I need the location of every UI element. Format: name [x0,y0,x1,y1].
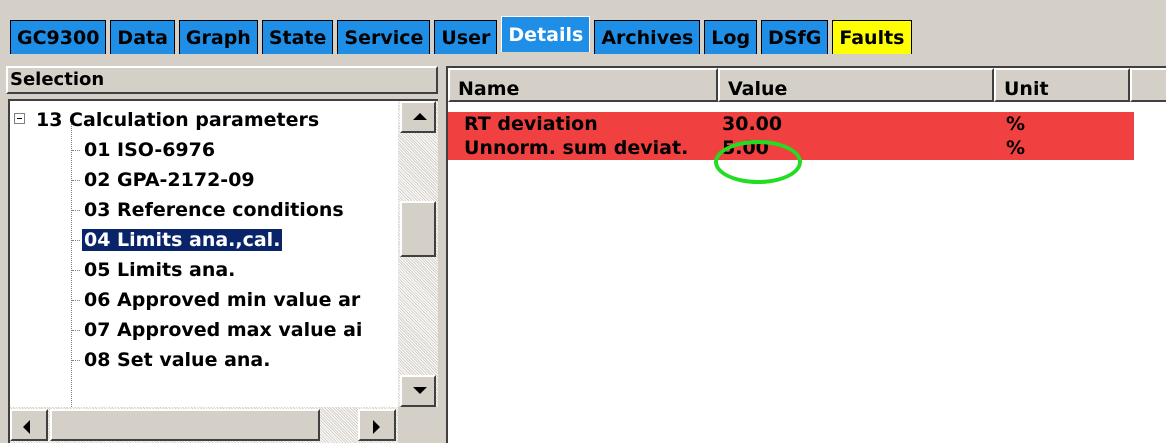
cell-unit: % [1006,113,1026,135]
tree-branch-line [72,300,80,301]
tree-node-label: 06 Approved min value ar [84,289,361,311]
tree-node-label: 01 ISO-6976 [84,139,216,161]
scroll-left-button[interactable] [10,409,48,441]
column-header-value[interactable]: Value [718,68,994,102]
scroll-thumb[interactable] [400,201,436,257]
arrow-down-icon [413,387,427,394]
details-grid: Name Value Unit RT deviation 30.00 % Unn… [446,66,1166,443]
tree-branch-line [72,360,80,361]
collapse-icon[interactable] [14,113,25,124]
tree-node-label: 03 Reference conditions [84,199,344,221]
tab-faults[interactable]: Faults [832,20,912,54]
tab-gc9300[interactable]: GC9300 [10,20,107,54]
table-row[interactable]: Unnorm. sum deviat. 5.00 % [448,136,1134,160]
tab-list: GC9300 Data Graph State Service User Det… [10,16,916,56]
tab-state[interactable]: State [261,20,334,54]
selection-tree[interactable]: 13 Calculation parameters 01 ISO-6976 02… [10,101,398,407]
scrollbar-corner [398,407,438,443]
tree-node-iso-6976[interactable]: 01 ISO-6976 [72,135,217,165]
tree-node-reference-conditions[interactable]: 03 Reference conditions [72,195,346,225]
tree-node-approved-min-value[interactable]: 06 Approved min value ar [72,285,362,315]
tab-graph[interactable]: Graph [178,20,258,54]
tree-node-label: 08 Set value ana. [84,349,271,371]
cell-value: 5.00 [722,137,769,159]
scroll-right-button[interactable] [358,409,396,441]
selection-panel: Selection 13 Calculation parameters 01 I… [6,66,438,443]
tab-archives[interactable]: Archives [594,20,701,54]
tree-node-limits-ana[interactable]: 05 Limits ana. [72,255,237,285]
scroll-down-button[interactable] [400,375,436,407]
tree-branch-line [72,270,80,271]
tree-node-approved-max-value[interactable]: 07 Approved max value ai [72,315,364,345]
tree-vertical-scrollbar[interactable] [398,101,438,407]
cell-unit: % [1006,137,1026,159]
column-header-unit[interactable]: Unit [994,68,1130,102]
cell-name: Unnorm. sum deviat. [464,137,689,159]
tree-node-label: 05 Limits ana. [84,259,236,281]
tree-connector-line [71,119,72,407]
column-header-filler [1130,68,1166,102]
tree-node-label: 07 Approved max value ai [84,319,363,341]
arrow-left-icon [23,420,30,434]
tree-horizontal-scrollbar[interactable] [10,407,398,443]
scroll-up-button[interactable] [400,101,436,133]
tree-node-calculation-parameters[interactable]: 13 Calculation parameters [10,105,321,135]
cell-value: 30.00 [722,113,783,135]
tree-node-label: 02 GPA-2172-09 [84,169,255,191]
tree-branch-line [72,180,80,181]
selection-header: Selection [6,66,438,94]
table-row[interactable]: RT deviation 30.00 % [448,112,1134,136]
tab-log[interactable]: Log [704,20,758,54]
tree-branch-line [72,240,80,241]
tab-dsfg[interactable]: DSfG [761,20,829,54]
tab-details[interactable]: Details [501,16,591,52]
tree-branch-line [72,330,80,331]
tree-node-label: 04 Limits ana.,cal. [82,229,283,251]
arrow-up-icon [413,113,427,120]
tab-data[interactable]: Data [110,20,175,54]
tree-node-gpa-2172-09[interactable]: 02 GPA-2172-09 [72,165,257,195]
tab-service[interactable]: Service [337,20,431,54]
tree-node-label: 13 Calculation parameters [36,109,320,131]
column-header-name[interactable]: Name [448,68,718,102]
tree-node-limits-ana-cal[interactable]: 04 Limits ana.,cal. [72,225,283,255]
selection-tree-box: 13 Calculation parameters 01 ISO-6976 02… [8,99,438,443]
tree-branch-line [72,150,80,151]
tree-node-set-value-ana[interactable]: 08 Set value ana. [72,345,272,375]
tab-bar: GC9300 Data Graph State Service User Det… [0,0,1166,60]
arrow-right-icon [373,420,380,434]
horizontal-scroll-thumb[interactable] [50,409,320,441]
cell-name: RT deviation [464,113,598,135]
grid-header: Name Value Unit [448,68,1166,102]
tree-branch-line [72,210,80,211]
tab-user[interactable]: User [434,20,498,54]
